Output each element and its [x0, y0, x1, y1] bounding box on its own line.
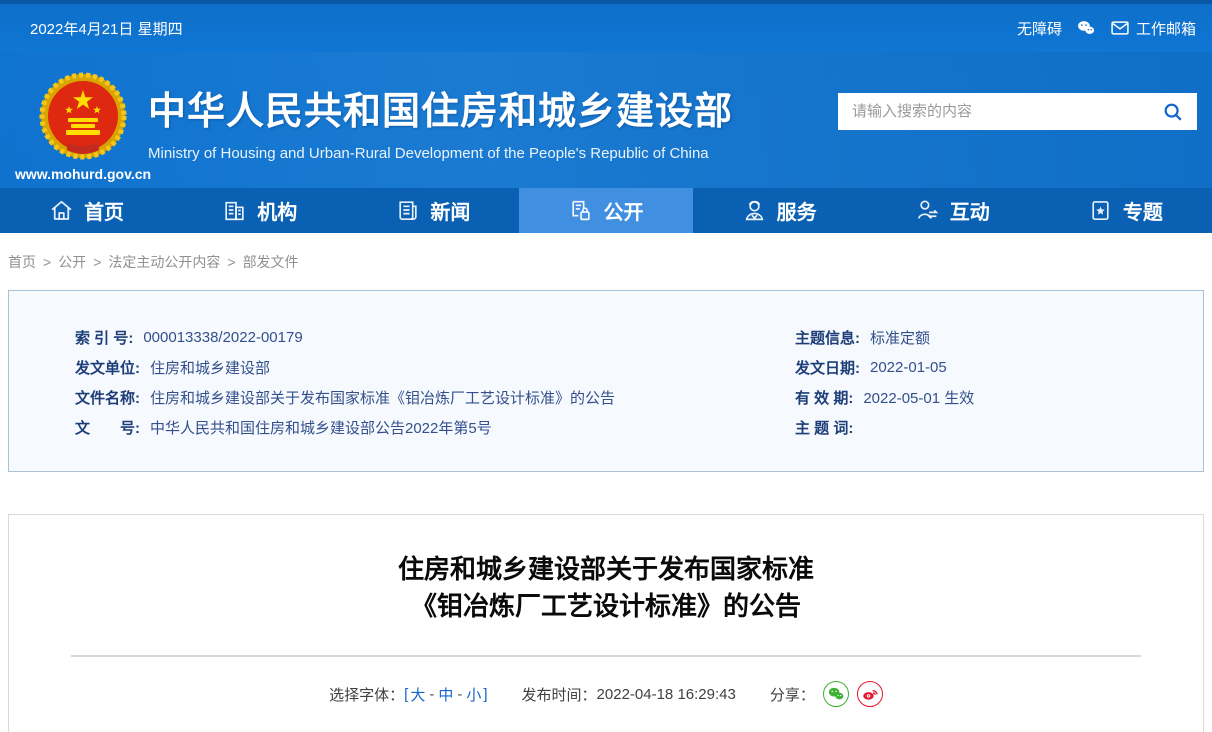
info-row-index-number: 索 引 号: 000013338/2022-00179: [75, 328, 303, 347]
breadcrumb-home[interactable]: 首页: [8, 252, 36, 272]
font-size-medium[interactable]: 中: [438, 684, 453, 705]
info-row-keywords: 主 题 词:: [795, 419, 854, 437]
info-row-topic-info: 主题信息: 标准定额: [795, 329, 931, 347]
top-bar: 2022年4月21日 星期四 无障碍 工作邮箱: [0, 0, 1212, 52]
site-name-english: Ministry of Housing and Urban-Rural Deve…: [148, 145, 709, 162]
site-titles: 中华人民共和国住房和城乡建设部 Ministry of Housing and …: [148, 80, 733, 162]
breadcrumb-statutory-content[interactable]: 法定主动公开内容: [108, 252, 220, 272]
wechat-icon[interactable]: [1076, 18, 1096, 38]
national-emblem: www.mohurd.gov.cn: [15, 72, 151, 182]
home-icon: [51, 200, 72, 220]
breadcrumb-ministry-documents[interactable]: 部发文件: [243, 252, 299, 272]
breadcrumb-separator: >: [227, 253, 236, 270]
info-row-issuing-unit: 发文单位: 住房和城乡建设部: [75, 359, 271, 377]
breadcrumb-disclosure[interactable]: 公开: [58, 252, 86, 272]
nav-item-topics[interactable]: 专题: [1039, 188, 1212, 233]
accessibility-link[interactable]: 无障碍: [1017, 18, 1062, 39]
font-size-small[interactable]: 小: [466, 684, 481, 705]
nav-item-disclosure[interactable]: 公开: [519, 188, 693, 233]
current-date: 2022年4月21日 星期四: [30, 20, 183, 38]
emblem-icon: [39, 72, 127, 160]
nav-item-interaction[interactable]: 互动: [866, 188, 1039, 233]
breadcrumb: 首页 > 公开 > 法定主动公开内容 > 部发文件: [0, 233, 1212, 290]
bracket-open: [: [404, 685, 409, 703]
share-icons: [822, 681, 883, 707]
info-row-issue-date: 发文日期: 2022-01-05: [795, 358, 947, 377]
article-title-line2: 《钼冶炼厂工艺设计标准》的公告: [410, 591, 801, 621]
info-column-right: 主题信息: 标准定额 发文日期: 2022-01-05 有 效 期: 2022-…: [795, 322, 1203, 471]
search-icon[interactable]: [1161, 100, 1185, 124]
search-input[interactable]: [852, 103, 1161, 120]
nav-item-home[interactable]: 首页: [0, 188, 173, 233]
weibo-share-icon[interactable]: [856, 681, 883, 707]
site-header: www.mohurd.gov.cn 中华人民共和国住房和城乡建设部 Minist…: [0, 52, 1212, 188]
breadcrumb-separator: >: [93, 253, 102, 270]
news-icon: [399, 201, 418, 220]
font-select-label: 选择字体：: [329, 686, 405, 704]
title-divider: [71, 655, 1141, 657]
article-card: 住房和城乡建设部关于发布国家标准 《钼冶炼厂工艺设计标准》的公告 选择字体： […: [8, 514, 1204, 732]
share-label: 分享：: [769, 686, 815, 704]
article-title-line1: 住房和城乡建设部关于发布国家标准: [397, 554, 814, 584]
mail-icon: [1111, 21, 1129, 35]
organization-icon: [225, 201, 244, 221]
publish-time: 2022-04-18 16:29:43: [596, 685, 736, 703]
info-row-effective-date: 有 效 期: 2022-05-01 生效: [795, 389, 975, 407]
info-column-left: 索 引 号: 000013338/2022-00179 发文单位: 住房和城乡建…: [75, 322, 795, 471]
disclosure-icon: [572, 200, 591, 221]
article-meta-row: 选择字体： [ 大 - 中 - 小 ] 发布时间： 2022-04-18 16:…: [9, 681, 1203, 707]
document-info-box: 索 引 号: 000013338/2022-00179 发文单位: 住房和城乡建…: [8, 290, 1204, 472]
bracket-close: ]: [483, 685, 488, 703]
top-bar-links: 无障碍 工作邮箱: [1017, 18, 1196, 39]
search-box: [838, 93, 1197, 130]
breadcrumb-separator: >: [43, 253, 52, 270]
info-row-document-name: 文件名称: 住房和城乡建设部关于发布国家标准《钼冶炼厂工艺设计标准》的公告: [75, 389, 616, 407]
topics-icon: [1092, 201, 1109, 220]
wechat-share-icon[interactable]: [822, 681, 849, 707]
interaction-icon: [917, 200, 939, 219]
publish-time-label: 发布时间：: [521, 686, 597, 704]
nav-item-service[interactable]: 服务: [693, 188, 866, 233]
article-title: 住房和城乡建设部关于发布国家标准 《钼冶炼厂工艺设计标准》的公告: [9, 551, 1203, 625]
main-nav: 首页 机构 新闻 公开 服务 互动 专题: [0, 188, 1212, 233]
site-name: 中华人民共和国住房和城乡建设部: [148, 91, 734, 133]
service-icon: [745, 200, 763, 221]
nav-item-organization[interactable]: 机构: [173, 188, 346, 233]
nav-item-news[interactable]: 新闻: [346, 188, 519, 233]
font-size-picker: 选择字体： [ 大 - 中 - 小 ]: [329, 684, 488, 705]
work-mailbox-link[interactable]: 工作邮箱: [1110, 18, 1196, 39]
font-size-large[interactable]: 大: [410, 684, 425, 705]
info-row-document-number: 文 号: 中华人民共和国住房和城乡建设部公告2022年第5号: [75, 419, 492, 437]
site-url: www.mohurd.gov.cn: [14, 166, 152, 182]
